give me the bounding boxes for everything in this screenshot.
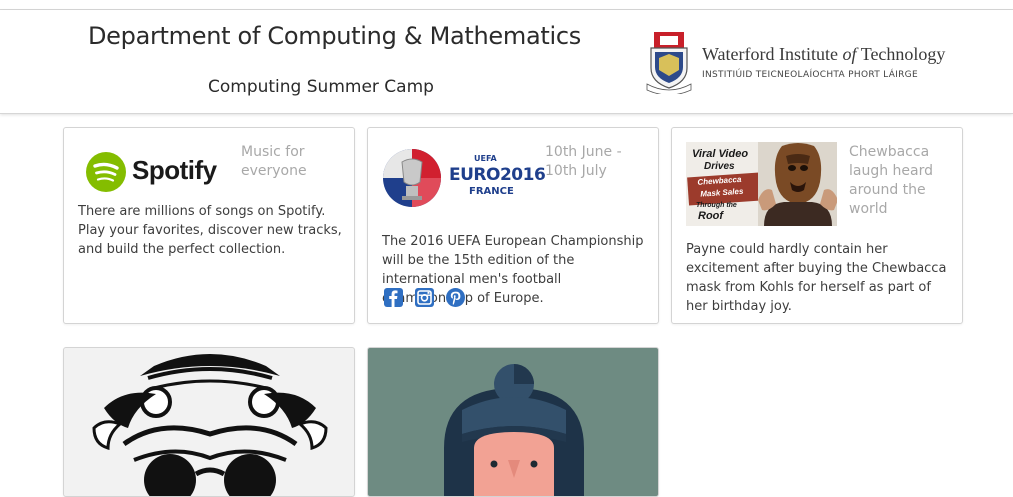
chewbacca-banner-line-2: Mask Sales (699, 186, 744, 199)
chewbacca-banner-line-1: Chewbacca (697, 174, 742, 187)
chewbacca-banner: Chewbacca Mask Sales (687, 172, 761, 206)
chewbacca-card[interactable]: Viral Video Drives Chewbacca Mask Sales … (671, 127, 963, 324)
spotify-wordmark: Spotify (132, 155, 217, 185)
page-header: Department of Computing & Mathematics Co… (0, 10, 1013, 114)
page-subtitle: Computing Summer Camp (208, 77, 434, 97)
euro-title: EURO2016 (449, 165, 546, 185)
wit-irish-name: INSTITIÚID TEICNEOLAÍOCHTA PHORT LÁIRGE (702, 70, 918, 80)
page-title: Department of Computing & Mathematics (88, 22, 581, 50)
character-illustration (444, 364, 584, 496)
social-links (384, 288, 465, 307)
spotify-icon (86, 152, 126, 192)
pinterest-icon[interactable] (446, 288, 465, 307)
card-aside: Chewbacca laugh heard around the world (849, 144, 934, 217)
euro-uefa-label: UEFA (474, 154, 497, 163)
euro-trophy-icon (383, 149, 441, 207)
chewbacca-headline-4: Roof (698, 210, 724, 222)
euro-country: FRANCE (469, 186, 514, 197)
spotify-card[interactable]: Spotify Music for everyone There are mil… (63, 127, 355, 324)
ornate-illustration (92, 354, 328, 496)
wit-name: Waterford Institute of Technology (702, 44, 946, 64)
card-aside: Music for everyone (241, 144, 307, 179)
euro2016-logo: UEFA EURO2016 FRANCE (382, 148, 546, 210)
facebook-icon[interactable] (384, 288, 403, 307)
character-illustration-card[interactable] (367, 347, 659, 497)
wit-logo[interactable]: Waterford Institute of Technology INSTIT… (645, 30, 945, 94)
spotify-logo: Spotify (86, 150, 226, 194)
chewbacca-image: Viral Video Drives Chewbacca Mask Sales … (686, 142, 837, 226)
card-aside: 10th June - 10th July (545, 144, 622, 179)
euro2016-card[interactable]: UEFA EURO2016 FRANCE 10th June - 10th Ju… (367, 127, 659, 324)
ornate-illustration-card[interactable] (63, 347, 355, 497)
card-text: Payne could hardly contain her excitemen… (686, 242, 947, 314)
wit-crest-icon (646, 32, 692, 94)
card-text: There are millions of songs on Spotify. … (78, 204, 342, 257)
chewbacca-person-icon (758, 142, 837, 226)
instagram-icon[interactable] (415, 288, 434, 307)
chewbacca-headline-3: Through the (696, 202, 737, 209)
chewbacca-headline-2: Drives (704, 161, 735, 172)
chewbacca-headline-1: Viral Video (692, 148, 749, 160)
